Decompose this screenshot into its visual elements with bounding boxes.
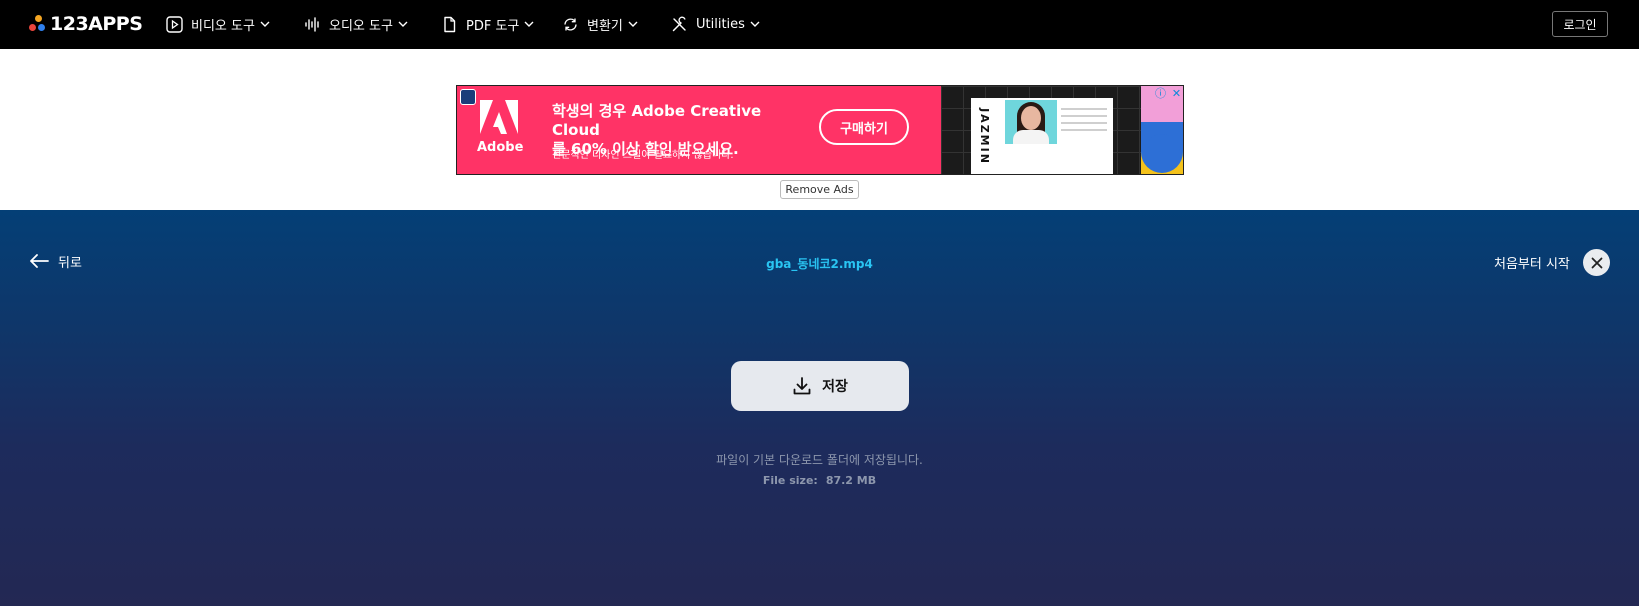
save-label: 저장 [822,379,848,395]
ad-vertical-text: JAZMIN [977,107,991,165]
ad-portrait-image [1005,100,1057,144]
ad-area: Adobe 학생의 경우 Adobe Creative Cloud 를 60% … [0,49,1639,210]
save-location-note: 파일이 기본 다운로드 폴더에 저장됩니다. [716,453,923,467]
adchoices-icon[interactable] [460,89,476,105]
chevron-down-icon [398,19,408,29]
nav-label: PDF 도구 [466,18,520,34]
start-over-link[interactable]: 처음부터 시작 [1494,253,1570,272]
login-button[interactable]: 로그인 [1552,11,1608,37]
document-icon [440,15,458,33]
close-icon [1591,257,1602,268]
nav-label: Utilities [696,16,745,32]
ad-text-lines [1061,108,1107,136]
nav-audio-tools[interactable]: 오디오 도구 [303,14,408,34]
chevron-down-icon [750,19,760,29]
ad-brand: Adobe [477,140,524,155]
file-name: gba_동네코2.mp4 [766,257,873,271]
file-size-value: 87.2 MB [825,474,877,487]
app-logo[interactable]: 123APPS [28,13,143,35]
logo-text: 123APPS [50,13,143,35]
nav-utilities[interactable]: Utilities [670,14,760,34]
adobe-a-icon [480,100,518,134]
download-icon [793,377,811,395]
ad-controls: ⓘ ✕ [1149,87,1183,101]
ad-buy-button[interactable]: 구매하기 [819,109,909,145]
ad-subtext: 전문적인 디자인 스킬이 필요하지 않습니다. [552,150,734,161]
adobe-logo: Adobe [477,100,524,155]
chevron-down-icon [524,19,534,29]
ad-resume-card: JAZMIN [971,98,1113,174]
chevron-down-icon [260,19,270,29]
play-icon [165,15,183,33]
ad-banner[interactable]: Adobe 학생의 경우 Adobe Creative Cloud 를 60% … [456,85,1184,175]
tools-icon [670,15,688,33]
logo-mark-icon [28,13,48,35]
remove-ads-button[interactable]: Remove Ads [780,180,859,199]
nav-label: 비디오 도구 [191,18,255,34]
file-size-label: File size: [762,474,818,487]
ad-close-icon[interactable]: ✕ [1170,87,1183,100]
nav-label: 변환기 [587,18,623,34]
ad-pink-panel: Adobe 학생의 경우 Adobe Creative Cloud 를 60% … [457,86,941,174]
save-button[interactable]: 저장 [731,361,909,411]
waveform-icon [303,15,321,33]
close-button[interactable] [1583,249,1610,276]
file-size-line: File size: 87.2 MB [0,474,1639,487]
nav-converters[interactable]: 변환기 [561,14,638,34]
nav-label: 오디오 도구 [329,18,393,34]
ad-info-icon[interactable]: ⓘ [1154,87,1167,100]
nav-video-tools[interactable]: 비디오 도구 [165,14,270,34]
ad-headline-line1: 학생의 경우 Adobe Creative Cloud [552,102,762,139]
chevron-down-icon [628,19,638,29]
top-navigation-bar: 123APPS 비디오 도구 오디오 도구 PDF 도구 변환기 Utiliti [0,0,1639,49]
nav-pdf-tools[interactable]: PDF 도구 [440,14,534,34]
convert-icon [561,15,579,33]
download-panel: 뒤로 gba_동네코2.mp4 처음부터 시작 저장 파일이 기본 다운로드 폴… [0,210,1639,606]
